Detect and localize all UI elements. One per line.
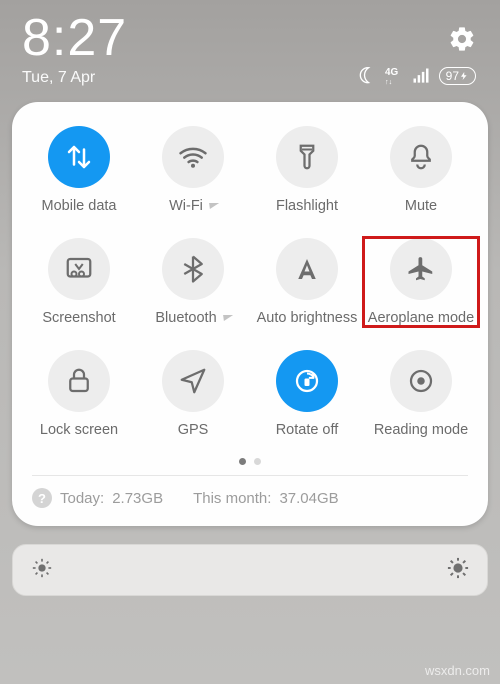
aeroplane-mode-icon: [406, 254, 436, 284]
flashlight-toggle[interactable]: [276, 126, 338, 188]
tile-gps[interactable]: GPS: [136, 350, 250, 438]
data-usage-row[interactable]: ? Today: 2.73GB This month: 37.04GB: [22, 476, 478, 516]
watermark: wsxdn.com: [425, 663, 490, 678]
expand-icon: [219, 315, 233, 321]
rotate-off-icon: [292, 366, 322, 396]
settings-icon: [448, 25, 476, 53]
gps-toggle[interactable]: [162, 350, 224, 412]
clock: 8:27: [22, 12, 127, 64]
battery-level: 97: [439, 67, 476, 85]
screen: 8:27 Tue, 7 Apr 4G↑↓ 97 Mobile data Wi-Fi…: [0, 0, 500, 684]
auto-brightness-toggle[interactable]: [276, 238, 338, 300]
aeroplane-mode-toggle[interactable]: [390, 238, 452, 300]
brightness-high-icon: [447, 557, 469, 584]
aeroplane-mode-label: Aeroplane mode: [368, 310, 474, 326]
brightness-slider[interactable]: [12, 544, 488, 596]
mute-icon: [406, 142, 436, 172]
info-icon: ?: [32, 488, 52, 508]
settings-button[interactable]: [448, 25, 476, 58]
signal-icon: [411, 66, 431, 86]
tile-wifi[interactable]: Wi-Fi: [136, 126, 250, 214]
pager-dot-1: [254, 458, 261, 465]
mobile-data-toggle[interactable]: [48, 126, 110, 188]
bluetooth-label: Bluetooth: [155, 310, 230, 326]
wifi-toggle[interactable]: [162, 126, 224, 188]
tile-bluetooth[interactable]: Bluetooth: [136, 238, 250, 326]
auto-brightness-icon: [292, 254, 322, 284]
tile-rotate-off[interactable]: Rotate off: [250, 350, 364, 438]
svg-text:↑↓: ↑↓: [385, 77, 392, 86]
brightness-low-icon: [31, 557, 53, 584]
tile-aeroplane-mode[interactable]: Aeroplane mode: [364, 238, 478, 326]
tile-reading-mode[interactable]: Reading mode: [364, 350, 478, 438]
lock-screen-icon: [64, 366, 94, 396]
flashlight-icon: [292, 142, 322, 172]
usage-today-label: Today:: [60, 490, 104, 507]
dnd-icon: [357, 66, 377, 86]
rotate-off-label: Rotate off: [276, 422, 339, 438]
reading-mode-icon: [406, 366, 436, 396]
bluetooth-icon: [178, 254, 208, 284]
tile-mobile-data[interactable]: Mobile data: [22, 126, 136, 214]
mobile-data-icon: [64, 142, 94, 172]
date: Tue, 7 Apr: [22, 70, 127, 86]
gps-icon: [178, 366, 208, 396]
reading-mode-toggle[interactable]: [390, 350, 452, 412]
tile-lock-screen[interactable]: Lock screen: [22, 350, 136, 438]
screenshot-label: Screenshot: [42, 310, 115, 326]
usage-today-value: 2.73GB: [112, 490, 163, 507]
network-type: 4G↑↓: [385, 66, 403, 86]
wifi-icon: [178, 142, 208, 172]
tile-auto-brightness[interactable]: Auto brightness: [250, 238, 364, 326]
mute-toggle[interactable]: [390, 126, 452, 188]
screenshot-toggle[interactable]: [48, 238, 110, 300]
mute-label: Mute: [405, 198, 437, 214]
flashlight-label: Flashlight: [276, 198, 338, 214]
tiles-grid: Mobile data Wi-Fi Flashlight Mute Screenshot…: [22, 126, 478, 438]
usage-month-label: This month:: [193, 490, 271, 507]
tile-mute[interactable]: Mute: [364, 126, 478, 214]
tile-screenshot[interactable]: Screenshot: [22, 238, 136, 326]
rotate-off-toggle[interactable]: [276, 350, 338, 412]
status-icons: 4G↑↓ 97: [357, 66, 476, 86]
gps-label: GPS: [178, 422, 209, 438]
reading-mode-label: Reading mode: [374, 422, 468, 438]
tile-flashlight[interactable]: Flashlight: [250, 126, 364, 214]
lock-screen-toggle[interactable]: [48, 350, 110, 412]
pager-dot-0: [239, 458, 246, 465]
mobile-data-label: Mobile data: [42, 198, 117, 214]
bluetooth-toggle[interactable]: [162, 238, 224, 300]
quick-settings-panel: Mobile data Wi-Fi Flashlight Mute Screenshot…: [12, 102, 488, 526]
screenshot-icon: [64, 254, 94, 284]
expand-icon: [205, 203, 219, 209]
status-bar: 8:27 Tue, 7 Apr 4G↑↓ 97: [0, 8, 500, 88]
usage-month-value: 37.04GB: [279, 490, 338, 507]
lock-screen-label: Lock screen: [40, 422, 118, 438]
wifi-label: Wi-Fi: [169, 198, 217, 214]
auto-brightness-label: Auto brightness: [257, 310, 358, 326]
pager[interactable]: [22, 458, 478, 465]
